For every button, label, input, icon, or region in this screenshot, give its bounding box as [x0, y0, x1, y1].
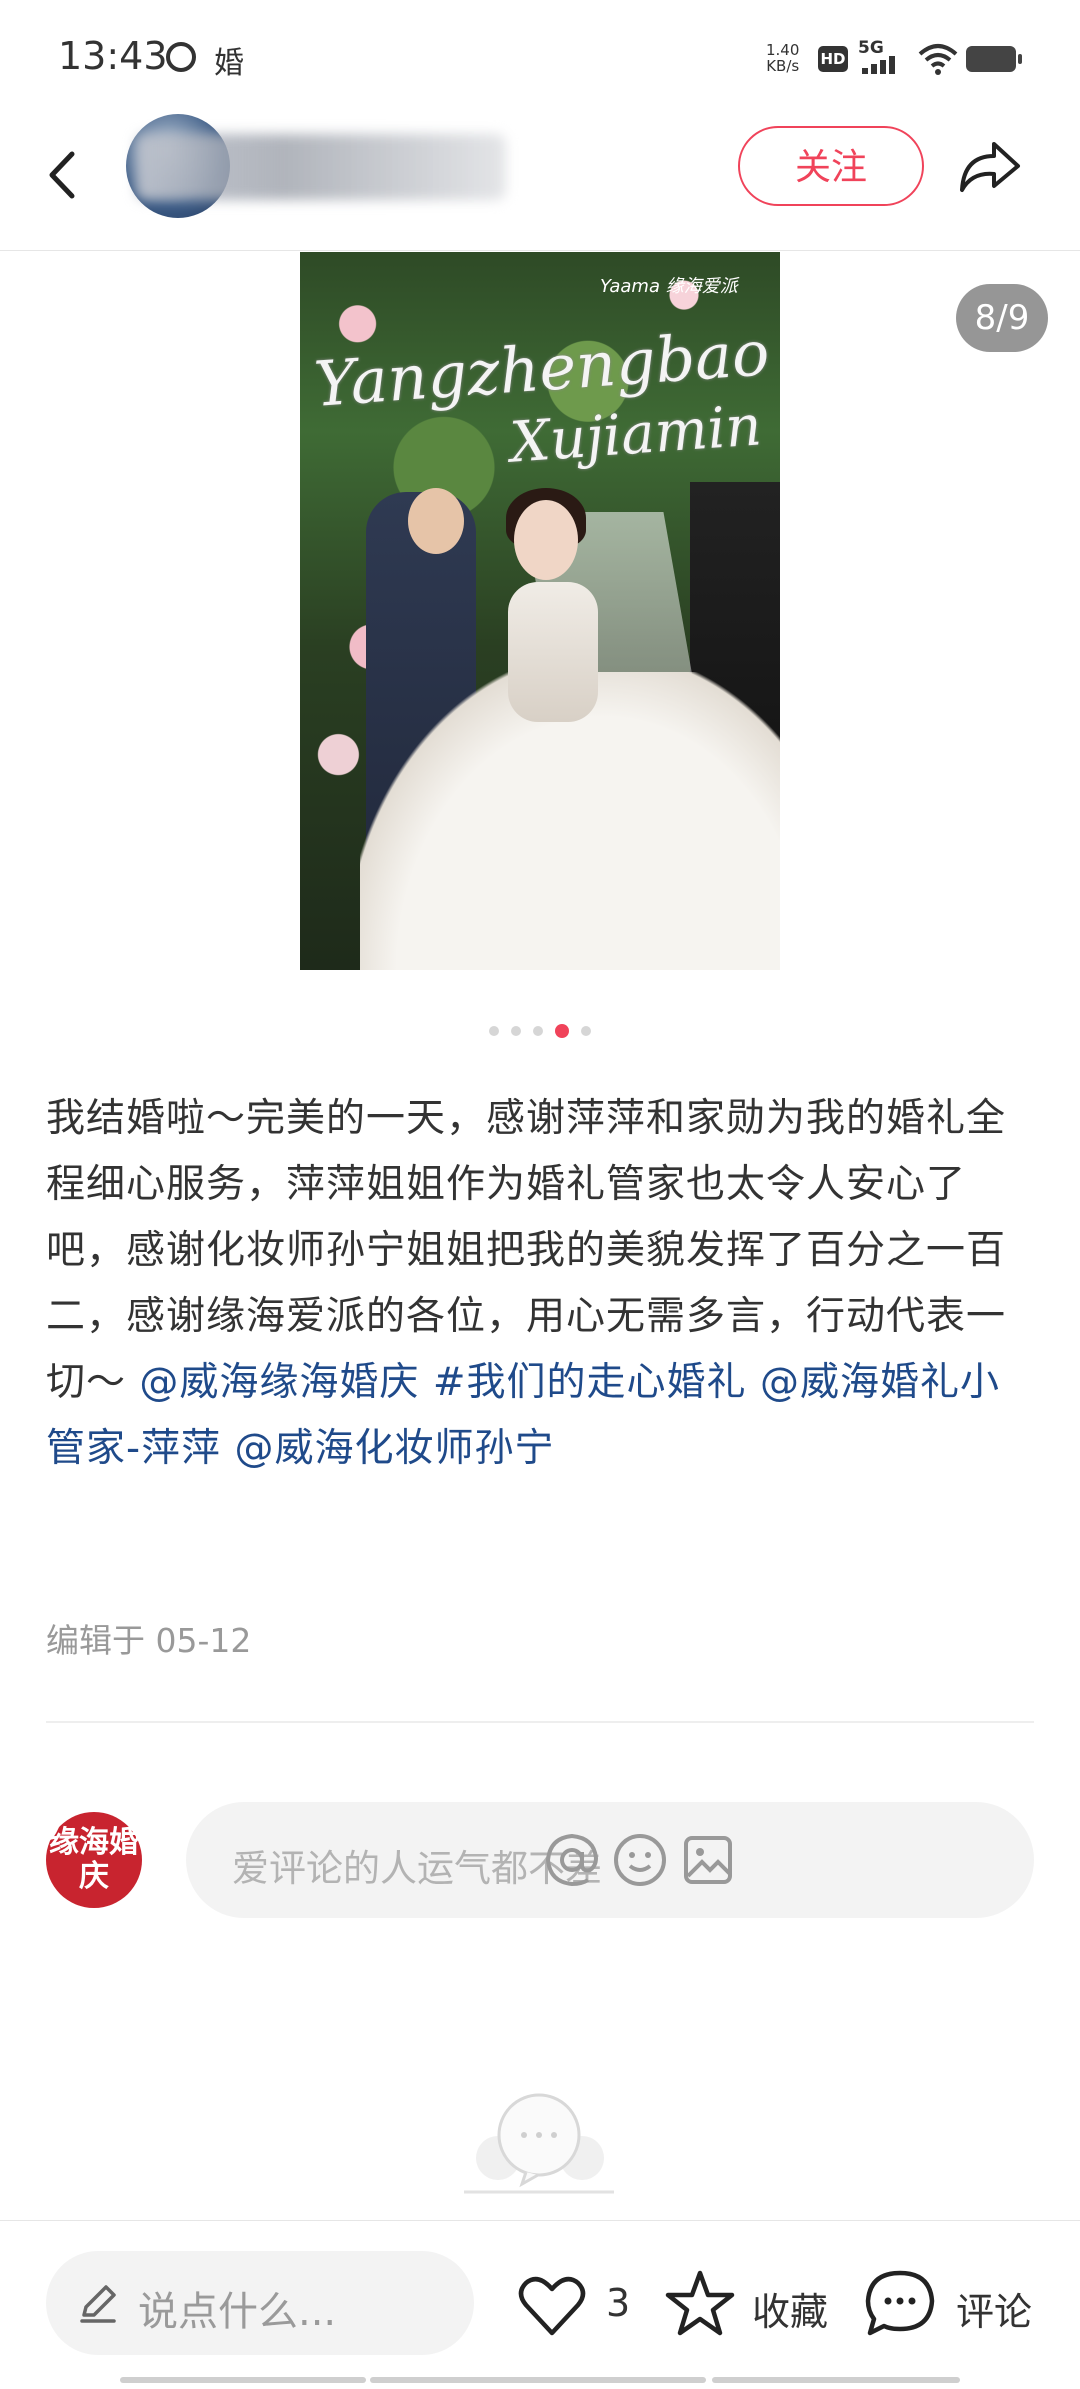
image-page-counter: 8/9 [956, 284, 1048, 352]
mention-link[interactable]: @威海缘海婚庆 [139, 1360, 419, 1405]
bride-head [514, 500, 578, 580]
share-icon[interactable] [954, 130, 1028, 200]
app-notification-char: 婚 [214, 46, 244, 81]
network-speed-unit: KB/s [766, 57, 800, 75]
bottom-action-bar: 说点什么... 3 收藏 评论 [0, 2220, 1080, 2389]
battery-icon [966, 46, 1022, 72]
bride-bodice [508, 582, 598, 722]
divider [46, 1721, 1034, 1723]
my-avatar[interactable]: 缘海婚庆 [46, 1812, 142, 1908]
nav-gesture-bar [120, 2377, 366, 2383]
comment-label[interactable]: 评论 [956, 2281, 1032, 2336]
collect-star-icon[interactable] [662, 2265, 738, 2341]
status-time: 13:43 [58, 34, 168, 78]
network-speed: 1.40 KB/s [766, 42, 799, 74]
carousel-dot[interactable] [489, 1026, 499, 1036]
carousel-dot[interactable] [533, 1026, 543, 1036]
wifi-icon [918, 44, 958, 75]
post-body: 我结婚啦～完美的一天，感谢萍萍和家勋为我的婚礼全程细心服务，萍萍姐姐作为婚礼管家… [46, 1086, 1036, 1482]
carousel-dots [0, 1024, 1080, 1042]
top-nav-bar: 关注 [0, 110, 1080, 251]
carousel-dot[interactable] [581, 1026, 591, 1036]
edit-time: 编辑于 05-12 [46, 1621, 252, 1660]
collect-label[interactable]: 收藏 [752, 2281, 828, 2336]
app-notification-icon [166, 42, 196, 72]
at-mention-icon[interactable] [542, 1830, 602, 1890]
carousel-dot[interactable] [511, 1026, 521, 1036]
comment-input[interactable]: 爱评论的人运气都不差 [186, 1802, 1034, 1918]
empty-comments-icon [464, 2093, 614, 2194]
hd-icon: HD [818, 46, 848, 72]
image-upload-icon[interactable] [678, 1830, 738, 1890]
post-body-text: 我结婚啦～完美的一天，感谢萍萍和家勋为我的婚礼全程细心服务，萍萍姐姐作为婚礼管家… [46, 1096, 1007, 1405]
comment-bubble-icon[interactable] [862, 2265, 938, 2341]
pencil-icon [80, 2285, 116, 2323]
hashtag-link[interactable]: #我们的走心婚礼 [433, 1360, 747, 1405]
nav-gesture-bar [712, 2377, 960, 2383]
network-type: 5G [858, 38, 884, 58]
say-something-input[interactable]: 说点什么... [46, 2251, 474, 2355]
say-placeholder: 说点什么... [138, 2289, 337, 2335]
signal-icon [860, 56, 900, 74]
emoji-icon[interactable] [610, 1830, 670, 1890]
carousel-dot-active[interactable] [555, 1024, 569, 1038]
photo-watermark-logo: Yaama 缘海爱派 [600, 276, 738, 297]
nav-gesture-bar [370, 2377, 706, 2383]
status-bar: 13:43 婚 1.40 KB/s HD 5G [0, 0, 1080, 110]
back-arrow-icon[interactable] [38, 140, 88, 210]
network-speed-value: 1.40 [766, 41, 800, 59]
follow-button[interactable]: 关注 [738, 126, 924, 206]
mention-link[interactable]: @威海化妆师孙宁 [234, 1426, 554, 1471]
like-heart-icon[interactable] [514, 2267, 590, 2343]
groom-head [408, 488, 464, 554]
like-count[interactable]: 3 [606, 2281, 630, 2325]
author-name-blurred[interactable] [136, 134, 506, 200]
post-photo[interactable]: Yaama 缘海爱派 Yangzhengbao Xujiamin [300, 252, 780, 970]
